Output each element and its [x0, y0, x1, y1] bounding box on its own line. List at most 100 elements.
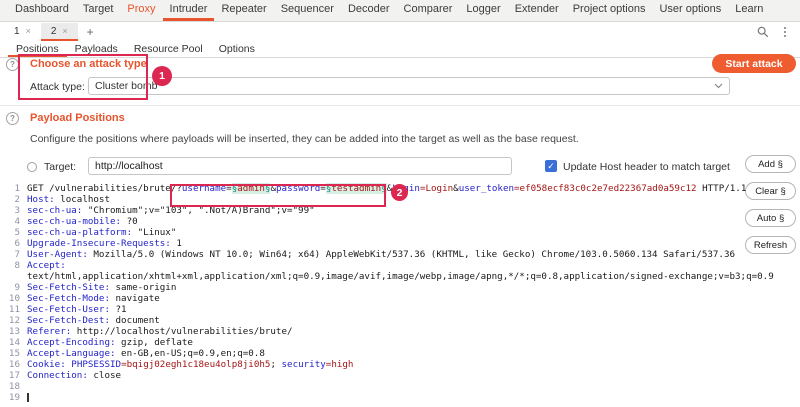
- line-number: 12: [0, 315, 20, 326]
- chevron-down-icon: [714, 83, 723, 89]
- section-divider: [0, 105, 800, 106]
- attack-tab-1[interactable]: 1×: [4, 23, 41, 41]
- menu-item-project-options[interactable]: Project options: [566, 0, 653, 21]
- line-number: 8: [0, 260, 20, 271]
- attack-tab-label: 1: [14, 26, 20, 37]
- tab-bar-icons: [757, 23, 800, 41]
- attack-tab-bar: 1×2×+: [0, 23, 800, 41]
- line-number: 4: [0, 216, 20, 227]
- menu-item-intruder[interactable]: Intruder: [163, 0, 215, 21]
- line-number: 19: [0, 392, 20, 403]
- request-line-text: Sec-Fetch-Mode: navigate: [27, 293, 160, 304]
- menu-item-comparer[interactable]: Comparer: [397, 0, 460, 21]
- request-line[interactable]: 12 Sec-Fetch-Dest: document: [0, 315, 800, 326]
- request-line-text: Sec-Fetch-Dest: document: [27, 315, 160, 326]
- request-line[interactable]: text/html,application/xhtml+xml,applicat…: [0, 271, 800, 282]
- attack-tab-label: 2: [51, 26, 57, 37]
- request-line[interactable]: 6 Upgrade-Insecure-Requests: 1: [0, 238, 800, 249]
- menu-item-sequencer[interactable]: Sequencer: [274, 0, 341, 21]
- annotation-box-attack-type: [18, 54, 148, 100]
- request-line-text: Accept:: [27, 260, 66, 271]
- request-line[interactable]: 18: [0, 381, 800, 392]
- main-menubar: DashboardTargetProxyIntruderRepeaterSequ…: [0, 0, 800, 22]
- line-number: [0, 271, 20, 282]
- line-number: 2: [0, 194, 20, 205]
- menu-item-proxy[interactable]: Proxy: [120, 0, 162, 21]
- close-icon[interactable]: ×: [26, 26, 31, 36]
- target-settings-icon[interactable]: [27, 162, 37, 172]
- annotation-step-2: 2: [391, 184, 408, 201]
- request-editor[interactable]: 1 GET /vulnerabilities/brute/?username=§a…: [0, 183, 800, 407]
- request-line-text: Sec-Fetch-User: ?1: [27, 304, 127, 315]
- request-line[interactable]: 5sec-ch-ua-platform: "Linux": [0, 227, 800, 238]
- annotation-box-payload-positions: [170, 184, 386, 207]
- menu-item-dashboard[interactable]: Dashboard: [8, 0, 76, 21]
- request-line[interactable]: 15 Accept-Language: en-GB,en-US;q=0.9,en;…: [0, 348, 800, 359]
- payload-positions-description: Configure the positions where payloads w…: [30, 133, 579, 145]
- request-line-text: Upgrade-Insecure-Requests: 1: [27, 238, 182, 249]
- payload-positions-section-title: Payload Positions: [30, 112, 125, 124]
- target-input[interactable]: [88, 157, 512, 175]
- request-line[interactable]: 14 Accept-Encoding: gzip, deflate: [0, 337, 800, 348]
- add-tab-button[interactable]: +: [78, 23, 103, 41]
- add-§-button[interactable]: Add §: [745, 155, 796, 173]
- request-line[interactable]: 10 Sec-Fetch-Mode: navigate: [0, 293, 800, 304]
- request-line-text: Accept-Encoding: gzip, deflate: [27, 337, 193, 348]
- help-icon[interactable]: ?: [6, 112, 19, 125]
- request-line[interactable]: 4 sec-ch-ua-mobile: ?0: [0, 216, 800, 227]
- request-line[interactable]: 16 Cookie: PHPSESSID=bqigj02egh1c18eu4olp…: [0, 359, 800, 370]
- line-number: 3: [0, 205, 20, 216]
- request-line-text: GET /vulnerabilities/brute/?username=§ad…: [27, 183, 746, 194]
- menu-item-target[interactable]: Target: [76, 0, 121, 21]
- line-number: 11: [0, 304, 20, 315]
- request-line-text: [27, 392, 29, 403]
- request-line-text: sec-ch-ua-mobile: ?0: [27, 216, 138, 227]
- menu-item-decoder[interactable]: Decoder: [341, 0, 397, 21]
- menu-item-repeater[interactable]: Repeater: [214, 0, 273, 21]
- request-line[interactable]: 3sec-ch-ua: "Chromium";v="103", ".Not/A)…: [0, 205, 800, 216]
- line-number: 10: [0, 293, 20, 304]
- request-line[interactable]: 11 Sec-Fetch-User: ?1: [0, 304, 800, 315]
- line-number: 15: [0, 348, 20, 359]
- request-line-text: sec-ch-ua-platform: "Linux": [27, 227, 176, 238]
- request-line-text: Host: localhost: [27, 194, 110, 205]
- menu-item-logger[interactable]: Logger: [459, 0, 507, 21]
- line-number: 9: [0, 282, 20, 293]
- update-host-checkbox[interactable]: ✓: [545, 160, 557, 172]
- request-line[interactable]: 9 Sec-Fetch-Site: same-origin: [0, 282, 800, 293]
- request-line-text: User-Agent: Mozilla/5.0 (Windows NT 10.0…: [27, 249, 735, 260]
- more-options-icon[interactable]: [784, 27, 786, 37]
- attack-type-select[interactable]: Cluster bomb: [88, 77, 730, 95]
- request-line[interactable]: 17 Connection: close: [0, 370, 800, 381]
- line-number: 16: [0, 359, 20, 370]
- request-line-text: Accept-Language: en-GB,en-US;q=0.9,en;q=…: [27, 348, 265, 359]
- annotation-step-1: 1: [152, 66, 172, 86]
- subtab-options[interactable]: Options: [211, 41, 263, 57]
- line-number: 13: [0, 326, 20, 337]
- request-line-text: Referer: http://localhost/vulnerabilitie…: [27, 326, 293, 337]
- request-line[interactable]: 19: [0, 392, 800, 403]
- line-number: 7: [0, 249, 20, 260]
- request-line-text: Connection: close: [27, 370, 121, 381]
- request-line-text: Cookie: PHPSESSID=bqigj02egh1c18eu4olp8j…: [27, 359, 353, 370]
- request-line[interactable]: 8 Accept:: [0, 260, 800, 271]
- attack-tab-2[interactable]: 2×: [41, 23, 78, 41]
- menu-item-user-options[interactable]: User options: [652, 0, 728, 21]
- start-attack-button[interactable]: Start attack: [712, 54, 796, 73]
- line-number: 14: [0, 337, 20, 348]
- request-line-text: text/html,application/xhtml+xml,applicat…: [27, 271, 774, 282]
- line-number: 17: [0, 370, 20, 381]
- request-line[interactable]: 7 User-Agent: Mozilla/5.0 (Windows NT 10.…: [0, 249, 800, 260]
- close-icon[interactable]: ×: [62, 26, 67, 36]
- text-cursor: [27, 393, 29, 402]
- target-label: Target:: [44, 161, 76, 173]
- search-icon[interactable]: [757, 26, 769, 38]
- request-line-text: Sec-Fetch-Site: same-origin: [27, 282, 176, 293]
- update-host-label: Update Host header to match target: [563, 161, 730, 173]
- request-line[interactable]: 13 Referer: http://localhost/vulnerabilit…: [0, 326, 800, 337]
- line-number: 18: [0, 381, 20, 392]
- menu-item-extender[interactable]: Extender: [508, 0, 566, 21]
- line-number: 6: [0, 238, 20, 249]
- menu-item-learn[interactable]: Learn: [728, 0, 770, 21]
- line-number: 1: [0, 183, 20, 194]
